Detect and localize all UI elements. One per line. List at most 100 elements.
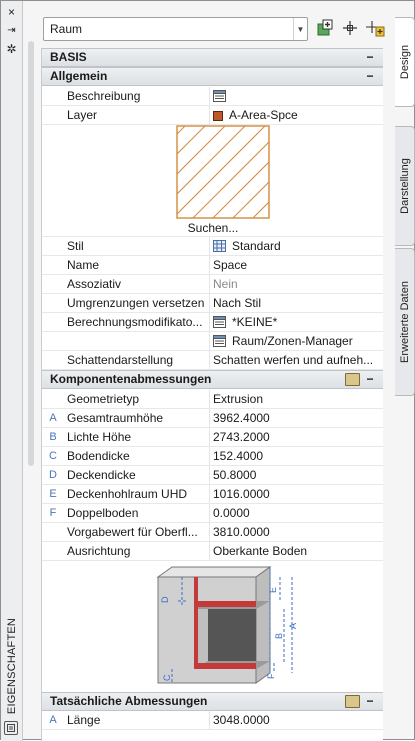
scrollbar[interactable] — [28, 41, 34, 466]
property-name: Name — [67, 258, 100, 272]
palette-title-strip: × ⇥ ✲ EIGENSCHAFTEN — [1, 1, 23, 741]
palette-title: EIGENSCHAFTEN — [3, 617, 21, 715]
property-value[interactable]: 3810.0000 — [213, 523, 381, 542]
dimension-letter: E — [49, 488, 57, 500]
property-value[interactable]: Standard — [213, 237, 381, 256]
property-row[interactable]: Geometrietyp Extrusion — [42, 390, 383, 409]
svg-text:F: F — [266, 673, 276, 679]
close-icon[interactable]: × — [4, 4, 19, 19]
property-row[interactable]: Name Space — [42, 256, 383, 275]
category-komponentenabmessungen[interactable]: Komponentenabmessungen − — [42, 370, 383, 389]
property-row: Assoziativ Nein — [42, 275, 383, 294]
category-allgemein[interactable]: Allgemein − — [42, 67, 383, 86]
svg-text:C: C — [162, 674, 172, 681]
property-value[interactable] — [213, 87, 381, 106]
property-name: Stil — [67, 239, 84, 253]
property-name: Bodendicke — [67, 449, 130, 463]
dimension-letter: A — [49, 412, 57, 424]
property-row[interactable]: Berechnungsmodifikato... *KEINE* — [42, 313, 383, 332]
tab-darstellung[interactable]: Darstellung — [395, 126, 415, 246]
property-value[interactable]: 3962.4000 — [213, 409, 381, 428]
property-name: Assoziativ — [67, 277, 122, 291]
search-link[interactable]: Suchen... — [42, 219, 383, 237]
property-name: Vorgabewert für Oberfl... — [67, 525, 198, 539]
property-value[interactable]: 2743.2000 — [213, 428, 381, 447]
property-row[interactable]: Ausrichtung Oberkante Boden — [42, 542, 383, 561]
tab-design[interactable]: Design — [395, 17, 415, 107]
property-value[interactable]: Oberkante Boden — [213, 542, 381, 561]
tab-design-label: Design — [398, 44, 411, 80]
property-row[interactable]: Raum/Zonen-Manager — [42, 332, 383, 351]
settings-icon[interactable]: ✲ — [4, 41, 19, 56]
properties-palette: × ⇥ ✲ EIGENSCHAFTEN Raum ▼ BASIS − Allge… — [0, 0, 415, 741]
list-icon[interactable] — [213, 335, 226, 347]
calc-modifier-value: *KEINE* — [232, 315, 278, 329]
hatch-preview-image[interactable] — [176, 125, 270, 219]
property-row[interactable]: Vorgabewert für Oberfl... 3810.0000 — [42, 523, 383, 542]
list-icon[interactable] — [213, 316, 226, 328]
autohide-icon[interactable]: ⇥ — [4, 23, 19, 38]
property-value[interactable]: Raum/Zonen-Manager — [213, 332, 381, 351]
property-name: Doppelboden — [67, 506, 139, 520]
property-row[interactable]: Beschreibung — [42, 87, 383, 106]
category-basis[interactable]: BASIS − — [42, 48, 383, 67]
object-type-select[interactable]: Raum ▼ — [43, 17, 308, 41]
category-allgemein-label: Allgemein — [50, 69, 108, 83]
collapse-icon[interactable]: − — [364, 68, 376, 85]
property-value[interactable]: 152.4000 — [213, 447, 381, 466]
style-preview-row: Suchen... — [42, 125, 383, 237]
property-row[interactable]: C Bodendicke 152.4000 — [42, 447, 383, 466]
property-value[interactable]: Schatten werfen und aufneh... — [213, 351, 381, 370]
property-value[interactable]: 50.8000 — [213, 466, 381, 485]
property-value[interactable]: A-Area-Spce — [213, 106, 381, 125]
collapse-icon[interactable]: − — [364, 49, 376, 66]
chevron-down-icon[interactable]: ▼ — [293, 18, 307, 40]
property-row[interactable]: E Deckenhohlraum UHD 1016.0000 — [42, 485, 383, 504]
property-value[interactable]: 3048.0000 — [213, 711, 381, 730]
property-name: Deckenhohlraum UHD — [67, 487, 188, 501]
property-grid: BASIS − Allgemein − Beschreibung Layer A… — [41, 48, 383, 741]
collapse-icon[interactable]: − — [364, 371, 376, 388]
property-row[interactable]: D Deckendicke 50.8000 — [42, 466, 383, 485]
toolbar: Raum ▼ — [39, 15, 394, 43]
layer-value-text: A-Area-Spce — [229, 108, 298, 122]
dimension-letter: A — [49, 714, 57, 726]
category-tatsaechliche-abmessungen[interactable]: Tatsächliche Abmessungen − — [42, 692, 383, 711]
quick-select-icon[interactable] — [315, 18, 335, 38]
property-value[interactable]: 1016.0000 — [213, 485, 381, 504]
dimension-letter: D — [49, 469, 57, 481]
property-row[interactable]: F Doppelboden 0.0000 — [42, 504, 383, 523]
property-value[interactable]: Extrusion — [213, 390, 381, 409]
tab-darstellung-label: Darstellung — [398, 158, 411, 214]
select-objects-icon[interactable] — [340, 18, 360, 38]
property-name: Ausrichtung — [67, 544, 131, 558]
property-value[interactable]: Space — [213, 256, 381, 275]
property-name: Beschreibung — [67, 89, 141, 103]
property-name: Berechnungsmodifikato... — [67, 315, 203, 329]
dimension-style-icon[interactable] — [345, 373, 360, 386]
toggle-pickadd-icon[interactable] — [366, 18, 386, 38]
property-row[interactable]: B Lichte Höhe 2743.2000 — [42, 428, 383, 447]
dimension-letter — [42, 523, 64, 542]
palette-icon[interactable] — [4, 721, 18, 735]
property-name: Länge — [67, 713, 101, 727]
description-icon[interactable] — [213, 90, 226, 102]
property-value[interactable]: *KEINE* — [213, 313, 381, 332]
property-row[interactable]: Layer A-Area-Spce — [42, 106, 383, 125]
property-row[interactable]: A Gesamtraumhöhe 3962.4000 — [42, 409, 383, 428]
dimension-style-icon[interactable] — [345, 695, 360, 708]
property-value[interactable]: Nach Stil — [213, 294, 381, 313]
category-basis-label: BASIS — [50, 50, 87, 64]
property-row[interactable]: Stil Standard — [42, 237, 383, 256]
category-komponenten-label: Komponentenabmessungen — [50, 372, 212, 386]
palette-tabs: Design Darstellung Erweiterte Daten — [395, 17, 415, 741]
palette-title-text: EIGENSCHAFTEN — [6, 617, 18, 715]
room-section-diagram: D E B A C F — [150, 565, 300, 689]
property-value[interactable]: 0.0000 — [213, 504, 381, 523]
property-row[interactable]: A Länge 3048.0000 — [42, 711, 383, 730]
svg-text:A: A — [288, 623, 298, 629]
tab-erweiterte-daten[interactable]: Erweiterte Daten — [395, 248, 415, 396]
collapse-icon[interactable]: − — [364, 693, 376, 710]
property-row[interactable]: Umgrenzungen versetzen Nach Stil — [42, 294, 383, 313]
property-row[interactable]: Schattendarstellung Schatten werfen und … — [42, 351, 383, 370]
